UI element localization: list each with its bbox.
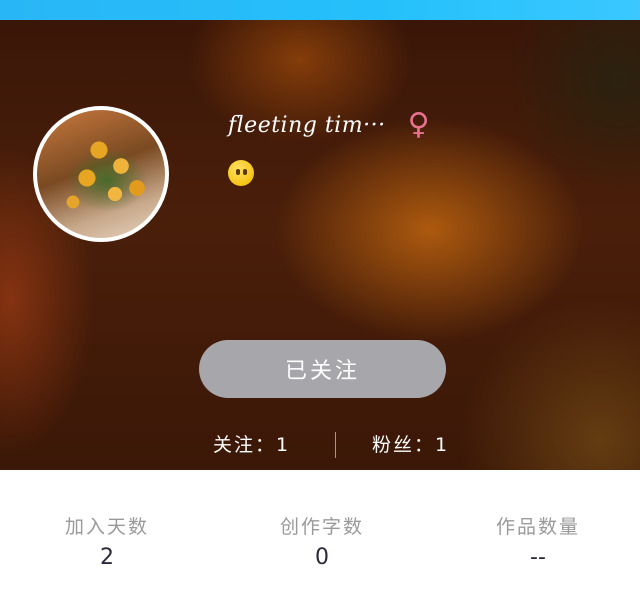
followed-button[interactable]: 已关注	[199, 340, 446, 398]
joined-days-label: 加入天数	[64, 516, 149, 538]
name-row: fleeting tim··· ♀	[228, 108, 430, 142]
works-count: 作品数量 --	[463, 512, 613, 570]
joined-days-value: 2	[100, 545, 114, 570]
works-count-value: --	[530, 545, 546, 570]
emoji-eye-left	[236, 169, 240, 175]
stats-divider	[335, 432, 336, 458]
word-count: 创作字数 0	[247, 512, 397, 570]
username: fleeting tim···	[228, 112, 386, 138]
word-count-value: 0	[315, 545, 329, 570]
follow-stats: 关注：1 粉丝：1	[0, 430, 640, 460]
female-symbol-icon: ♀	[407, 107, 430, 142]
profile-info-panel: 加入天数 2 创作字数 0 作品数量 --	[0, 470, 640, 603]
profile-header: fleeting tim··· ♀ 已关注 关注：1 粉丝：1	[0, 20, 640, 470]
works-count-label: 作品数量	[495, 516, 580, 538]
avatar[interactable]	[33, 106, 169, 242]
following-count[interactable]: 关注：1	[213, 430, 290, 457]
status-emoji-icon	[228, 160, 254, 186]
emoji-eye-right	[243, 169, 247, 175]
joined-days: 加入天数 2	[32, 512, 182, 570]
word-count-label: 创作字数	[279, 516, 364, 538]
followers-count[interactable]: 粉丝：1	[372, 430, 449, 457]
top-status-bar	[0, 0, 640, 20]
